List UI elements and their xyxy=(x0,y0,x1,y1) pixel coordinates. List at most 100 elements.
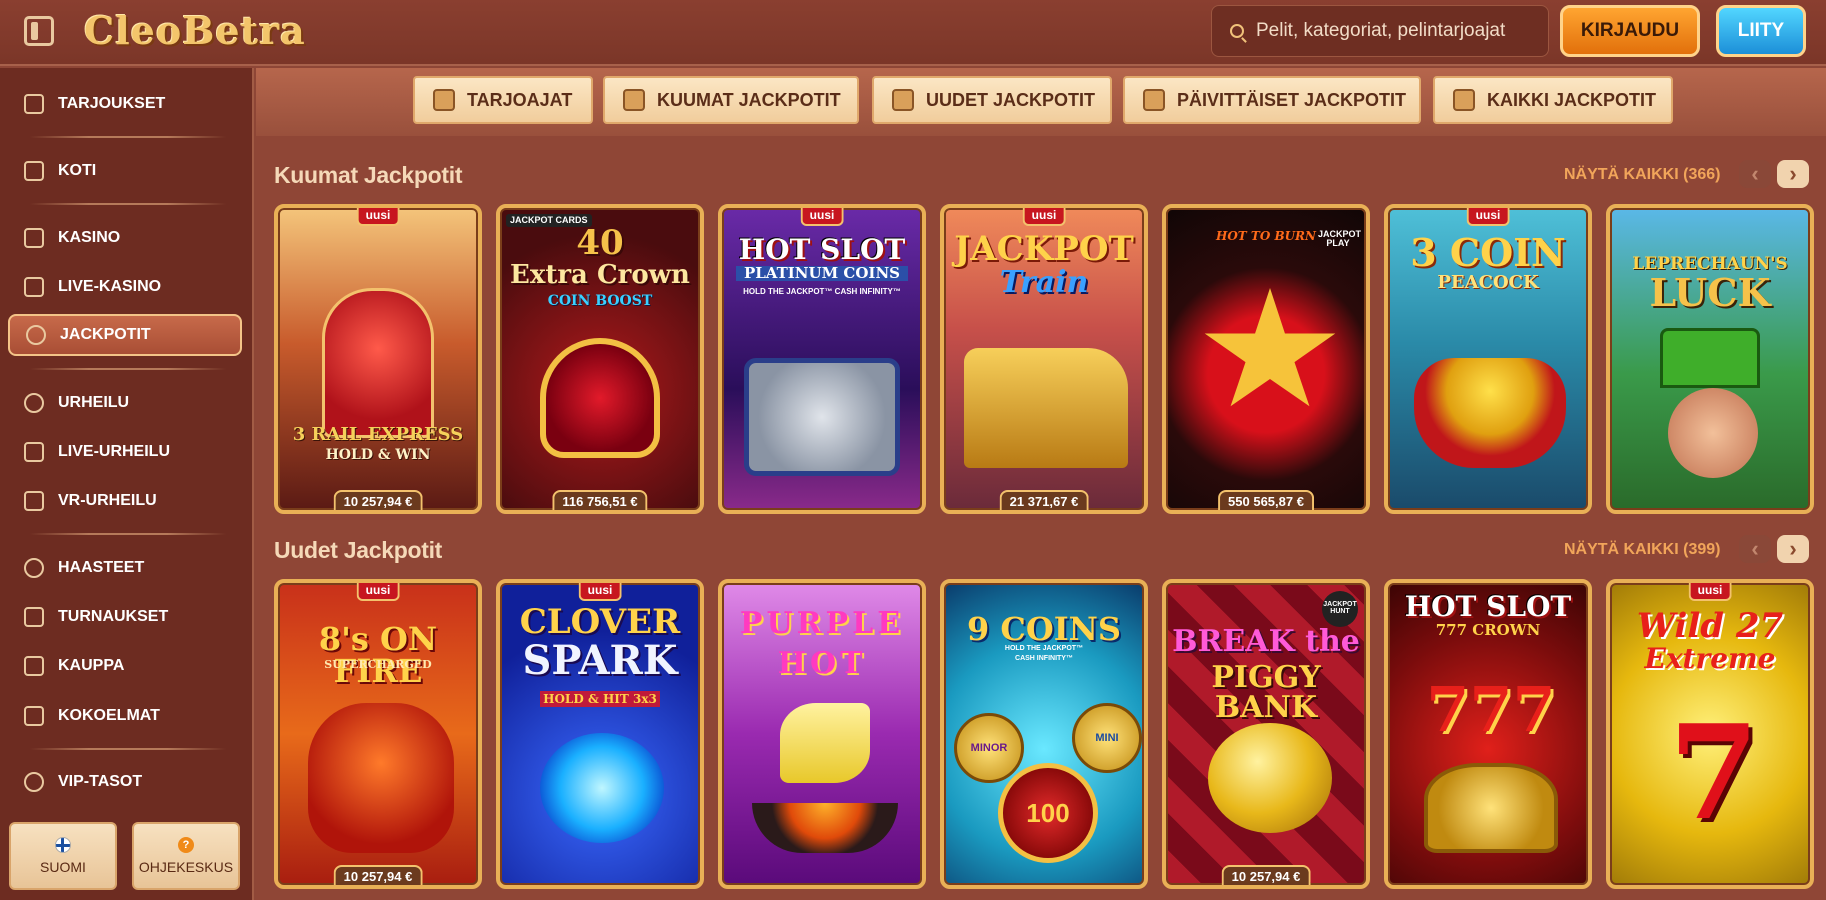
sidebar-item-jackpotit[interactable]: JACKPOTIT xyxy=(8,314,242,356)
carousel-next-button[interactable]: › xyxy=(1777,535,1809,563)
login-button[interactable]: KIRJAUDU xyxy=(1560,5,1700,57)
game-card[interactable]: PURPLE HOT xyxy=(718,579,926,889)
piggy-bank-art xyxy=(1208,723,1332,833)
help-label: OHJEKESKUS xyxy=(138,859,234,875)
game-subtitle: Extreme xyxy=(1644,642,1776,675)
sidebar-item-live-kasino[interactable]: LIVE-KASINO xyxy=(8,266,242,308)
tab-tarjoajat[interactable]: TARJOAJAT xyxy=(413,76,593,124)
game-subtitle: HOT xyxy=(777,646,867,681)
carousel-next-button[interactable]: › xyxy=(1777,160,1809,188)
shop-icon xyxy=(24,656,44,676)
sidebar-toggle-icon[interactable] xyxy=(24,16,54,46)
game-card[interactable]: 8's ON FIRE SUPERCHARGED uusi 10 257,94 … xyxy=(274,579,482,889)
sidebar-divider xyxy=(30,368,226,370)
sidebar-item-urheilu[interactable]: URHEILU xyxy=(8,382,242,424)
language-label: SUOMI xyxy=(40,859,86,875)
game-card[interactable]: HOT TO BURN JACKPOT PLAY 550 565,87 € xyxy=(1162,204,1370,514)
game-title: 3 COIN xyxy=(1410,230,1566,275)
game-card[interactable]: JACKPOT CARDS 40 Extra Crown COIN BOOST … xyxy=(496,204,704,514)
sidebar-item-vr-urheilu[interactable]: VR-URHEILU xyxy=(8,480,242,522)
game-subtitle: 777 CROWN xyxy=(1435,621,1541,639)
carousel-prev-button[interactable]: ‹ xyxy=(1739,535,1771,563)
game-subtitle: HOLD & WIN xyxy=(325,447,431,463)
show-all-link[interactable]: NÄYTÄ KAIKKI (399) xyxy=(1564,541,1720,559)
game-extra: COIN BOOST xyxy=(547,293,653,309)
search-input[interactable] xyxy=(1256,20,1536,42)
provider-logo: JACKPOT HUNT xyxy=(1322,591,1358,627)
jackpot-amount: 21 371,67 € xyxy=(999,490,1089,510)
help-center-button[interactable]: ? OHJEKESKUS xyxy=(132,822,240,890)
game-subtitle: PIGGY BANK xyxy=(1211,660,1321,725)
sidebar-divider xyxy=(30,748,226,750)
seven-art: 7 xyxy=(1668,696,1760,849)
jackpot-amount: 116 756,51 € xyxy=(552,490,648,510)
sidebar-item-label: JACKPOTIT xyxy=(60,326,151,343)
show-all-link[interactable]: NÄYTÄ KAIKKI (366) xyxy=(1564,166,1720,184)
live-icon xyxy=(24,442,44,462)
logo[interactable]: CleoBetra xyxy=(84,8,306,53)
cards-icon xyxy=(24,706,44,726)
jackpot-amount: 550 565,87 € xyxy=(1218,490,1314,510)
tab-kuumat-jackpotit[interactable]: KUUMAT JACKPOTIT xyxy=(603,76,859,124)
game-card[interactable]: 3 RAIL EXPRESS HOLD & WIN uusi 10 257,94… xyxy=(274,204,482,514)
pepper-icon xyxy=(623,89,645,111)
calendar-icon xyxy=(1143,89,1165,111)
sidebar: TARJOUKSET KOTI KASINO LIVE-KASINO JACKP… xyxy=(0,68,254,900)
jackpot-amount: 10 257,94 € xyxy=(333,865,423,885)
game-card[interactable]: 9 COINS HOLD THE JACKPOT™ CASH INFINITY™… xyxy=(940,579,1148,889)
sidebar-item-kasino[interactable]: KASINO xyxy=(8,217,242,259)
game-card[interactable]: CLOVER SPARK HOLD & HIT 3x3 uusi xyxy=(496,579,704,889)
new-badge: uusi xyxy=(800,208,844,226)
leprechaun-hat-art xyxy=(1660,328,1760,388)
slot-machine-icon xyxy=(24,228,44,248)
language-button[interactable]: SUOMI xyxy=(9,822,117,890)
sidebar-item-koti[interactable]: KOTI xyxy=(8,150,242,192)
game-title: HOT SLOT xyxy=(738,233,906,266)
game-subtitle: SPARK xyxy=(522,637,678,684)
new-badge: uusi xyxy=(1466,208,1510,226)
search-box[interactable] xyxy=(1211,5,1549,57)
scroll-icon xyxy=(433,89,455,111)
coins-icon xyxy=(1453,89,1475,111)
game-card[interactable]: HOT SLOT PLATINUM COINS HOLD THE JACKPOT… xyxy=(718,204,926,514)
sidebar-item-label: KASINO xyxy=(58,229,121,246)
tab-uudet-jackpotit[interactable]: UUDET JACKPOTIT xyxy=(872,76,1112,124)
tab-kaikki-jackpotit[interactable]: KAIKKI JACKPOTIT xyxy=(1433,76,1673,124)
game-card[interactable]: JACKPOT HUNT BREAK the PIGGY BANK 10 257… xyxy=(1162,579,1370,889)
sidebar-item-label: VR-URHEILU xyxy=(58,492,157,509)
sidebar-item-vip-tasot[interactable]: VIP-TASOT xyxy=(8,761,242,803)
tab-paivittaiset-jackpotit[interactable]: PÄIVITTÄISET JACKPOTIT xyxy=(1123,76,1421,124)
sidebar-item-label: KAUPPA xyxy=(58,657,125,674)
tab-label: UUDET JACKPOTIT xyxy=(926,89,1096,110)
sidebar-item-label: LIVE-URHEILU xyxy=(58,443,170,460)
sidebar-item-kokoelmat[interactable]: KOKOELMAT xyxy=(8,695,242,737)
game-subtitle: SUPERCHARGED xyxy=(324,658,432,671)
crown-art xyxy=(540,338,660,458)
minor-coin: MINOR xyxy=(954,713,1024,783)
pot-of-gold-art xyxy=(1414,358,1566,468)
carousel-prev-button[interactable]: ‹ xyxy=(1739,160,1771,188)
game-card[interactable]: Wild 27 Extreme 7 uusi xyxy=(1606,579,1814,889)
section-title-hot-jackpots: Kuumat Jackpotit xyxy=(274,162,463,188)
sidebar-item-kauppa[interactable]: KAUPPA xyxy=(8,645,242,687)
join-button[interactable]: LIITY xyxy=(1716,5,1806,57)
tab-label: TARJOAJAT xyxy=(467,89,573,110)
trophy-icon xyxy=(24,607,44,627)
jackpot-amount: 10 257,94 € xyxy=(1221,865,1311,885)
game-title: Wild 27 xyxy=(1636,606,1784,646)
game-card[interactable]: HOT SLOT 777 CROWN 777 xyxy=(1384,579,1592,889)
sidebar-item-tarjoukset[interactable]: TARJOUKSET xyxy=(8,83,242,125)
game-title: 40 xyxy=(576,223,624,263)
category-tabbar: TARJOAJAT KUUMAT JACKPOTIT UUDET JACKPOT… xyxy=(256,68,1826,136)
sidebar-item-haasteet[interactable]: HAASTEET xyxy=(8,547,242,589)
game-card[interactable]: 3 COIN PEACOCK uusi xyxy=(1384,204,1592,514)
new-badge: uusi xyxy=(356,208,400,226)
game-card[interactable]: JACKPOT Train uusi 21 371,67 € xyxy=(940,204,1148,514)
sidebar-item-label: URHEILU xyxy=(58,394,130,411)
game-extra: CASH INFINITY™ xyxy=(1015,655,1073,662)
sidebar-item-turnaukset[interactable]: TURNAUKSET xyxy=(8,596,242,638)
gift-icon xyxy=(24,94,44,114)
fire-bowl-art xyxy=(752,803,898,853)
sidebar-item-live-urheilu[interactable]: LIVE-URHEILU xyxy=(8,431,242,473)
game-card[interactable]: LEPRECHAUN'S LUCK xyxy=(1606,204,1814,514)
